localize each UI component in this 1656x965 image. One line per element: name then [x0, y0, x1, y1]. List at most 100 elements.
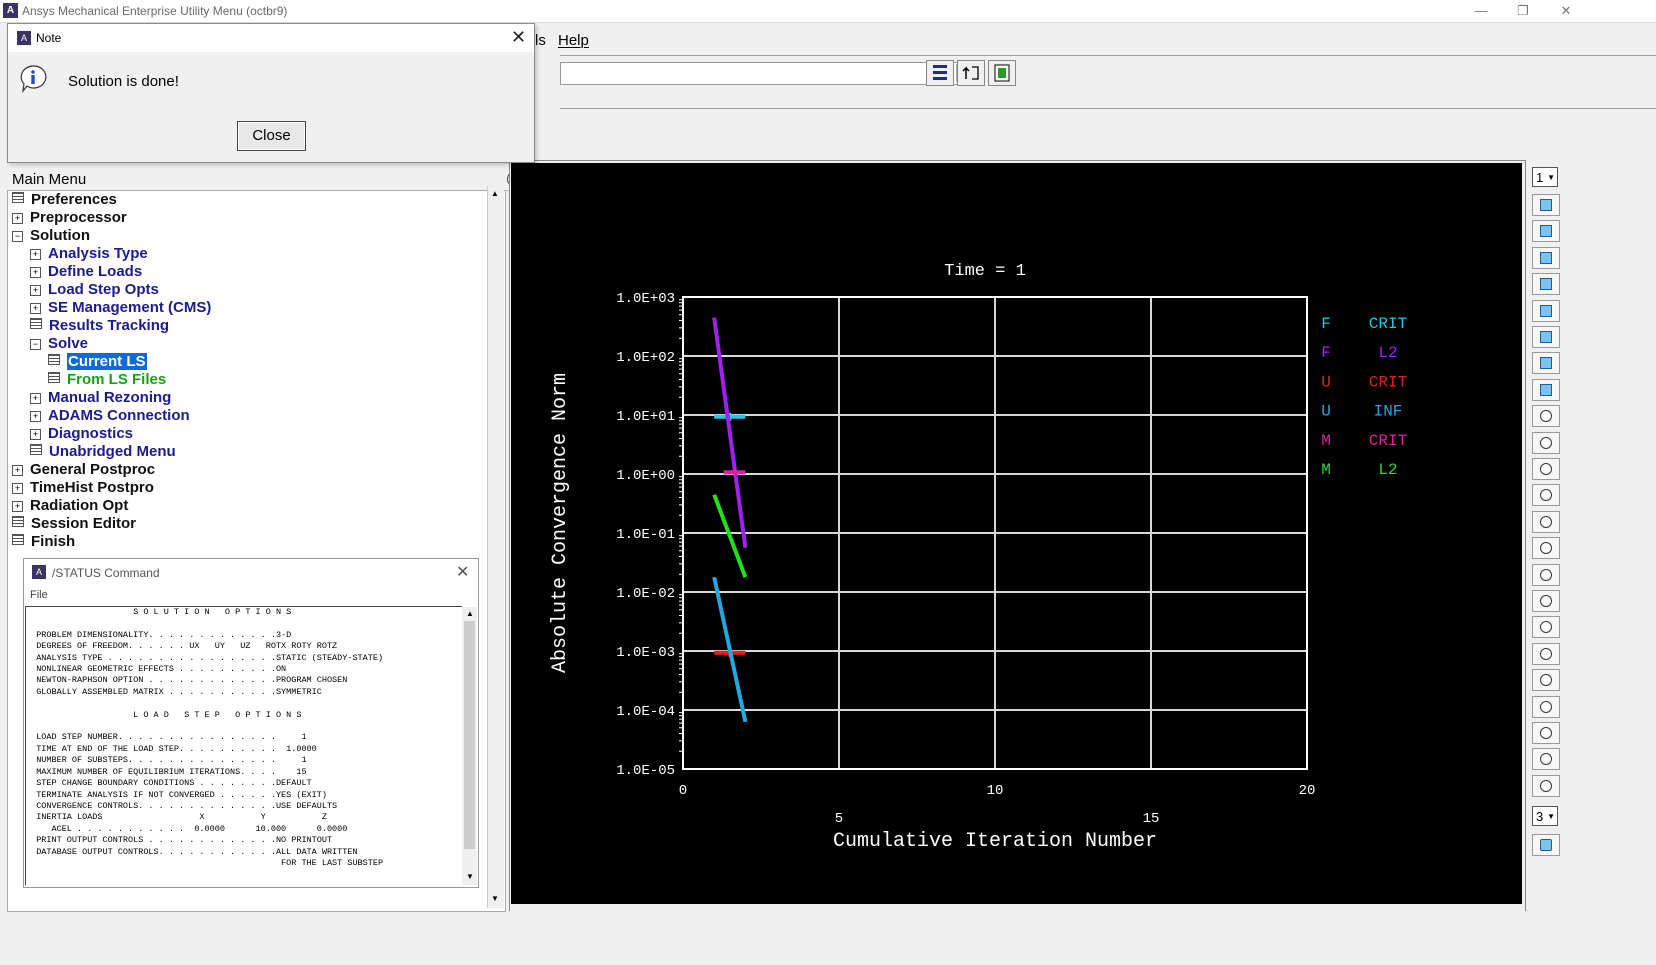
dynamic-model-mode-button[interactable] [1532, 834, 1560, 856]
menu-tree-item[interactable]: Results Tracking [30, 317, 169, 335]
fit-view-button[interactable] [1532, 405, 1560, 428]
oblique-view-button[interactable] [1532, 378, 1560, 401]
menu-tree-item[interactable]: + Diagnostics [30, 425, 133, 443]
zoom-out-icon [1540, 515, 1552, 528]
menu-item-partial[interactable]: ls [535, 32, 546, 49]
expand-icon[interactable]: + [12, 213, 23, 224]
close-window-button[interactable]: ✕ [1552, 2, 1580, 20]
pan-right-button[interactable] [1532, 563, 1560, 586]
pan-up-button[interactable] [1532, 590, 1560, 612]
menu-leaf-icon[interactable] [30, 444, 42, 455]
front-view-button[interactable] [1532, 220, 1560, 243]
scroll-down-icon[interactable]: ▼ [491, 894, 499, 903]
menu-tree-item[interactable]: + TimeHist Postpro [12, 479, 154, 497]
scroll-up-icon[interactable]: ▲ [491, 189, 499, 198]
rotate-z-pos-button[interactable] [1532, 695, 1560, 718]
view-direction-select[interactable]: 3 ▼ [1532, 806, 1558, 826]
rotate-z-pos-icon [1540, 700, 1552, 713]
zoom-button[interactable] [1532, 431, 1560, 454]
spin-pos-button[interactable] [1532, 748, 1560, 771]
menu-tree-item[interactable]: Session Editor [12, 515, 136, 533]
menu-tree-item-label: Load Step Opts [48, 281, 159, 298]
main-menu-scrollbar[interactable]: ▲ ▼ [487, 186, 504, 908]
collapse-icon[interactable]: − [12, 231, 23, 242]
scroll-thumb[interactable] [464, 621, 475, 849]
y-tick-label: 1.0E-04 [616, 704, 675, 720]
menu-tree-item[interactable]: + ADAMS Connection [30, 407, 190, 425]
pan-left-icon [1540, 542, 1552, 555]
menu-tree-item[interactable]: From LS Files [48, 371, 166, 389]
collapse-icon[interactable]: − [30, 339, 41, 350]
expand-icon[interactable]: + [12, 465, 23, 476]
menu-tree-item[interactable]: + Manual Rezoning [30, 389, 171, 407]
menu-tree-item[interactable]: Current LS [48, 353, 147, 371]
rotate-x-button[interactable] [1532, 642, 1560, 665]
menu-tree-item[interactable]: + General Postproc [12, 461, 155, 479]
menu-tree-item[interactable]: Preferences [12, 191, 117, 209]
legend-label-norm: CRIT [1369, 315, 1407, 333]
rotate-y-icon [1540, 674, 1552, 687]
rotate-y-button[interactable] [1532, 669, 1560, 692]
menu-tree-item[interactable]: Unabridged Menu [30, 443, 176, 461]
menu-leaf-icon[interactable] [12, 192, 24, 203]
zoom-in-button[interactable] [1532, 484, 1560, 507]
scroll-up-icon[interactable]: ▲ [466, 609, 474, 618]
spin-neg-button[interactable] [1532, 774, 1560, 797]
menu-leaf-icon[interactable] [48, 354, 60, 365]
expand-icon[interactable]: + [30, 303, 41, 314]
menu-leaf-icon[interactable] [30, 318, 42, 329]
expand-icon[interactable]: + [12, 501, 23, 512]
iso-view-button[interactable] [1532, 194, 1560, 216]
expand-icon[interactable]: + [30, 411, 41, 422]
menu-leaf-icon[interactable] [48, 372, 60, 383]
menu-tree-item[interactable]: + Preprocessor [12, 209, 127, 227]
x-tick-label: 20 [1299, 783, 1316, 799]
raise-hidden-button[interactable] [926, 60, 954, 86]
expand-icon[interactable]: + [30, 429, 41, 440]
box-zoom-button[interactable] [1532, 458, 1560, 480]
status-menu-file[interactable]: File [30, 589, 48, 601]
note-close-icon[interactable]: ✕ [511, 27, 526, 48]
scroll-down-icon[interactable]: ▼ [466, 872, 474, 881]
expand-icon[interactable]: + [30, 285, 41, 296]
menu-tree-item[interactable]: + Radiation Opt [12, 497, 128, 515]
y-tick-label: 1.0E+00 [616, 468, 675, 484]
expand-icon[interactable]: + [30, 393, 41, 404]
reset-picking-button[interactable] [957, 60, 985, 86]
status-close-icon[interactable]: ✕ [456, 562, 469, 582]
minimize-button[interactable]: — [1467, 2, 1495, 20]
menu-tree-item[interactable]: − Solve [30, 335, 88, 353]
pan-down-button[interactable] [1532, 616, 1560, 639]
top-view-button[interactable] [1532, 246, 1560, 269]
status-scrollbar[interactable]: ▲ ▼ [462, 607, 477, 885]
menu-tree-item[interactable]: + Define Loads [30, 263, 142, 281]
menu-tree-item[interactable]: + Analysis Type [30, 245, 148, 263]
restore-button[interactable]: ❐ [1509, 2, 1537, 20]
left-view-button[interactable] [1532, 352, 1560, 375]
menu-leaf-icon[interactable] [12, 534, 24, 545]
back-view-button[interactable] [1532, 273, 1560, 296]
expand-icon[interactable]: + [12, 483, 23, 494]
menu-tree-item[interactable]: − Solution [12, 227, 90, 245]
menu-tree-item[interactable]: Finish [12, 533, 75, 551]
rotate-z-neg-button[interactable] [1532, 722, 1560, 744]
expand-icon[interactable]: + [30, 249, 41, 260]
zoom-out-button[interactable] [1532, 510, 1560, 533]
bottom-view-button[interactable] [1532, 299, 1560, 322]
right-view-button[interactable] [1532, 326, 1560, 348]
window-number-select[interactable]: 1 ▼ [1532, 167, 1558, 187]
menu-leaf-icon[interactable] [12, 516, 24, 527]
menu-tree-item[interactable]: + Load Step Opts [30, 281, 159, 299]
menu-help[interactable]: Help [558, 32, 589, 49]
note-dialog-title: Note [36, 31, 62, 45]
pan-left-button[interactable] [1532, 537, 1560, 560]
expand-icon[interactable]: + [30, 267, 41, 278]
contact-manager-button[interactable] [988, 60, 1016, 86]
command-input-combo[interactable]: ▼ [560, 62, 974, 85]
close-button[interactable]: Close [237, 121, 306, 151]
menu-tree-item[interactable]: + SE Management (CMS) [30, 299, 211, 317]
note-dialog: A Note ✕ Solution is done! Close [7, 23, 535, 163]
y-tick-label: 1.0E+02 [616, 350, 675, 366]
note-dialog-header: A Note ✕ [8, 24, 534, 52]
graphics-window[interactable]: Time = 1 0 5 10 15 20 1.0E+03 1.0E+02 1.0E+01 1.0… [511, 163, 1522, 904]
